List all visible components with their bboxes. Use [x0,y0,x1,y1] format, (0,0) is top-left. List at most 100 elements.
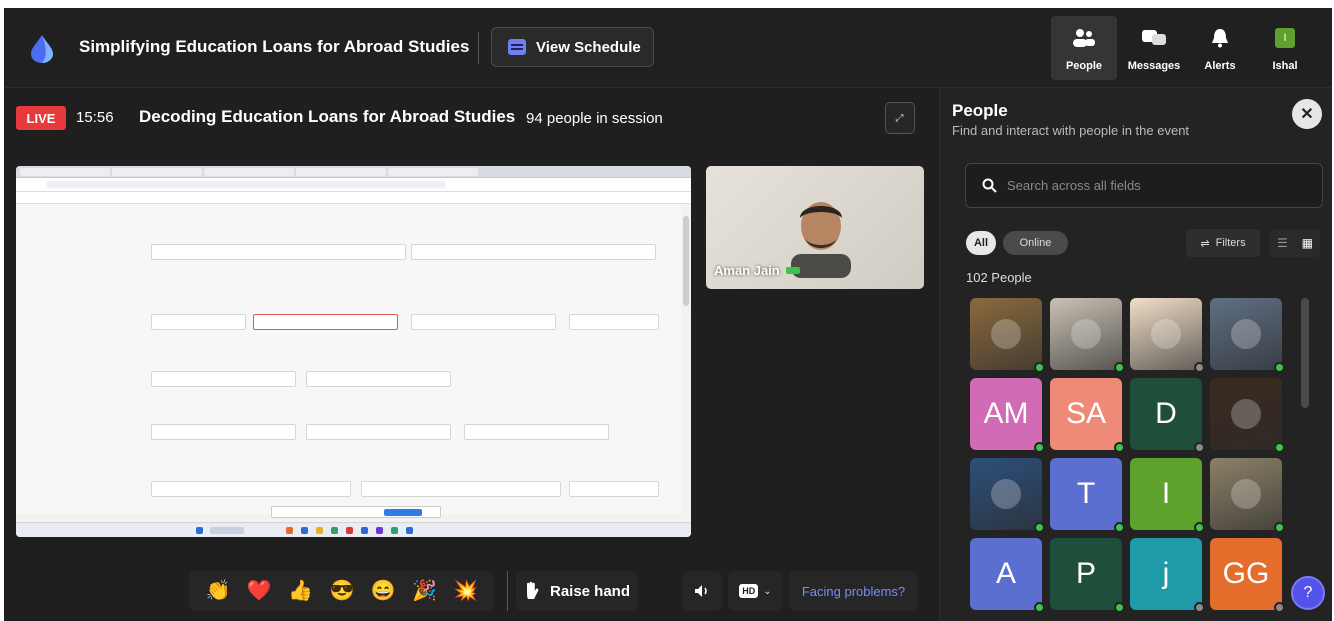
person-tile[interactable]: D [1130,378,1205,453]
status-dot [1114,602,1125,613]
browser-tabs [16,166,691,178]
speaker-icon [695,585,707,597]
list-view-icon[interactable]: ☰ [1277,236,1288,250]
top-bar: Simplifying Education Loans for Abroad S… [4,8,1332,88]
thumbs-up-reaction-icon[interactable]: 👍 [288,579,313,603]
taskbar-icon [301,527,308,534]
avatar-silhouette [1071,319,1101,349]
laugh-reaction-icon[interactable]: 😄 [371,579,396,603]
party-reaction-icon[interactable]: 🎉 [412,579,437,603]
taskbar-icon [286,527,293,534]
people-panel: People Find and interact with people in … [939,88,1332,621]
panel-title: People [952,101,1008,120]
person-avatar-photo[interactable] [1210,378,1285,453]
wow-reaction-icon[interactable]: 💥 [453,579,478,603]
view-schedule-label: View Schedule [536,38,641,56]
shared-screen [16,166,691,537]
raise-hand-button[interactable]: Raise hand [516,571,638,611]
mic-active-indicator [786,267,800,274]
person-tile[interactable]: A [970,538,1045,613]
facing-problems-button[interactable]: Facing problems? [789,571,918,611]
people-search[interactable] [965,163,1323,208]
person-avatar-photo[interactable] [1050,298,1125,373]
person-initials: GG [1222,557,1270,590]
title-divider [478,32,479,64]
browser-address-bar [16,178,691,192]
person-avatar-photo[interactable] [1130,298,1205,373]
app-frame: Simplifying Education Loans for Abroad S… [4,8,1332,621]
form-field [151,424,296,440]
raise-hand-label: Raise hand [549,582,631,600]
person-avatar-photo[interactable] [970,298,1045,373]
status-dot [1034,362,1045,373]
controls-divider [507,571,508,611]
search-input[interactable] [1007,178,1287,193]
filters-label: Filters [1215,237,1246,249]
status-dot [1114,362,1125,373]
nav-profile[interactable]: I Ishal [1252,16,1318,80]
status-dot [1114,442,1125,453]
speaker-video-image [791,202,851,278]
filter-online-tab[interactable]: Online [1003,231,1068,255]
person-tile[interactable]: I [1130,458,1205,533]
status-dot [1194,602,1205,613]
avatar-silhouette [991,319,1021,349]
form-field [464,424,609,440]
taskbar-icon [316,527,323,534]
shared-taskbar [16,522,691,537]
speaker-camera: Aman Jain [706,166,924,289]
nav-alerts[interactable]: Alerts [1187,16,1253,80]
view-toggle: ☰ ▦ [1270,229,1320,257]
bell-icon [1212,29,1228,48]
help-button[interactable]: ? [1291,576,1325,610]
person-tile[interactable]: P [1050,538,1125,613]
cool-reaction-icon[interactable]: 😎 [329,579,354,603]
avatar-silhouette [991,479,1021,509]
heart-reaction-icon[interactable]: ❤️ [247,579,272,603]
calendar-icon [508,39,526,55]
taskbar-icon [196,527,203,534]
clap-reaction-icon[interactable]: 👏 [206,579,231,603]
person-avatar-photo[interactable] [970,458,1045,533]
status-dot [1034,602,1045,613]
person-initials: AM [983,397,1029,430]
quality-selector[interactable]: HD ⌄ [728,571,783,611]
search-icon [982,178,997,193]
people-count: 102 People [966,270,1032,285]
taskbar-icon [391,527,398,534]
form-field [253,314,398,330]
close-icon[interactable]: ✕ [1292,99,1322,129]
nav-people[interactable]: People [1051,16,1117,80]
filter-all-tab[interactable]: All [966,231,996,255]
shared-form [16,204,681,514]
people-icon [1073,29,1095,47]
shared-scrollbar [683,216,689,306]
person-tile[interactable]: j [1130,538,1205,613]
nav-people-label: People [1065,60,1103,72]
panel-subtitle: Find and interact with people in the eve… [952,123,1190,138]
person-tile[interactable]: T [1050,458,1125,533]
form-field [151,314,246,330]
filters-button[interactable]: ⇌ Filters [1186,229,1260,257]
panel-scrollbar[interactable] [1301,298,1309,408]
person-avatar-photo[interactable] [1210,298,1285,373]
status-dot [1274,362,1285,373]
person-tile[interactable]: SA [1050,378,1125,453]
person-tile[interactable]: GG [1210,538,1285,613]
nav-alerts-label: Alerts [1204,60,1236,72]
grid-view-icon[interactable]: ▦ [1302,236,1313,250]
fullscreen-icon[interactable]: ⤢ [885,102,915,134]
avatar-silhouette [1231,319,1261,349]
nav-messages[interactable]: Messages [1121,16,1187,80]
taskbar-icon [376,527,383,534]
status-dot [1194,522,1205,533]
form-field [361,481,561,497]
form-field [151,371,296,387]
nav-messages-label: Messages [1127,60,1181,72]
person-tile[interactable]: AM [970,378,1045,453]
speaker-button[interactable] [682,571,722,611]
view-schedule-button[interactable]: View Schedule [491,27,654,67]
person-avatar-photo[interactable] [1210,458,1285,533]
form-field [306,371,451,387]
person-initials: P [1075,557,1096,590]
